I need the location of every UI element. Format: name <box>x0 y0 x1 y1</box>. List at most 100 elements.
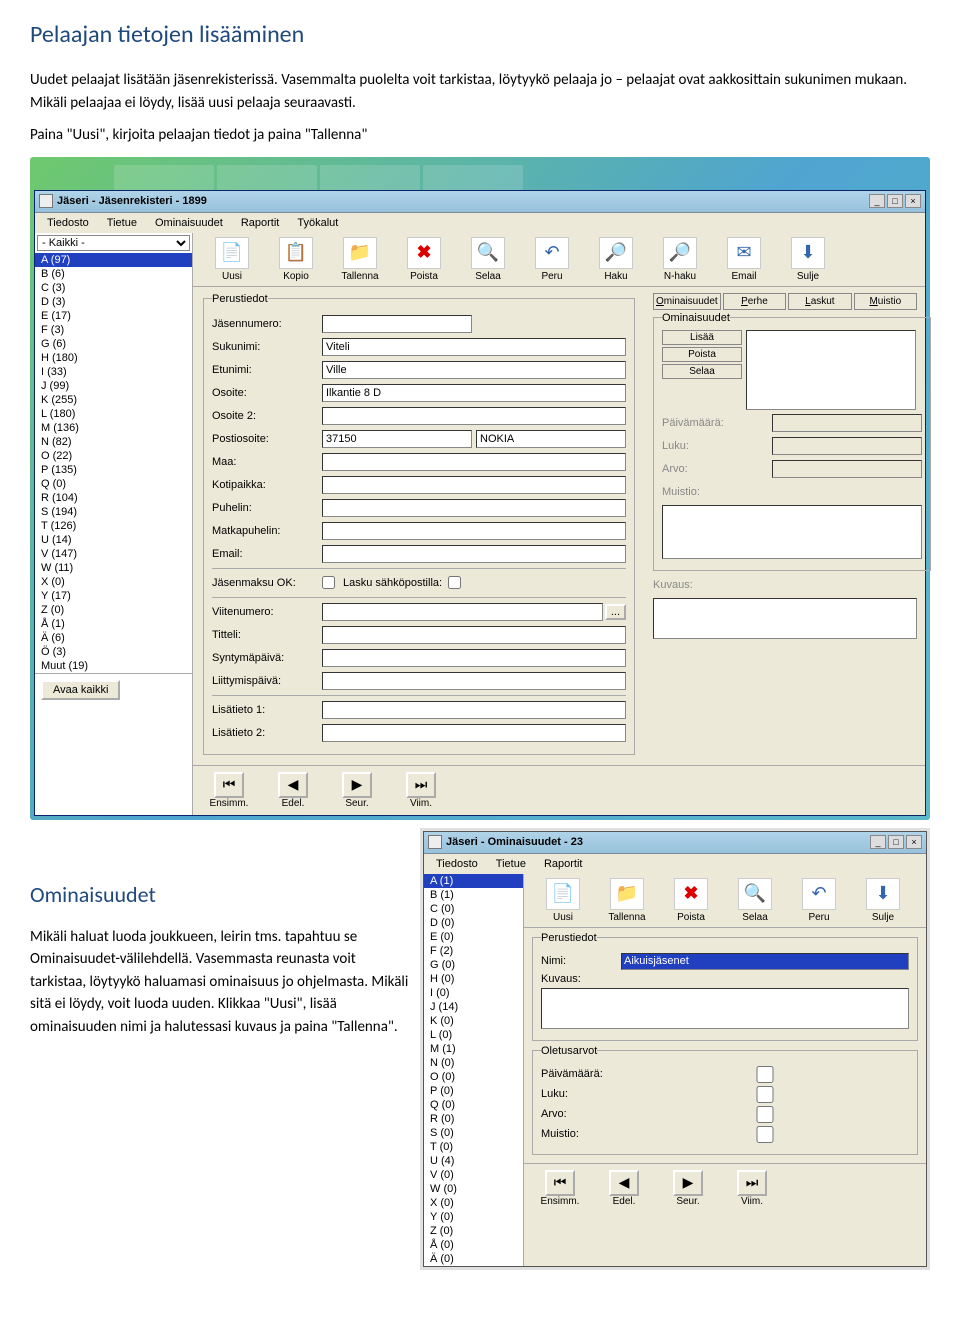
alpha-row[interactable]: Z (0) <box>424 1224 523 1238</box>
alpha-row[interactable]: V (147) <box>35 547 192 561</box>
etunimi-input[interactable] <box>322 361 626 379</box>
maa-input[interactable] <box>322 453 626 471</box>
toolbar-selaa[interactable]: 🔍Selaa <box>457 237 519 282</box>
jasenmaksu-checkbox[interactable] <box>322 576 335 589</box>
postikaup-input[interactable] <box>476 430 626 448</box>
menu-raportit[interactable]: Raportit <box>233 215 288 231</box>
close-button[interactable]: × <box>906 835 922 849</box>
alpha-row[interactable]: V (0) <box>424 1168 523 1182</box>
alpha-row[interactable]: B (6) <box>35 267 192 281</box>
alpha-row[interactable]: B (1) <box>424 888 523 902</box>
alpha-row[interactable]: Y (17) <box>35 589 192 603</box>
viitenumero-browse-button[interactable]: ... <box>605 604 626 620</box>
selaa-button[interactable]: Selaa <box>662 364 742 379</box>
alpha-row[interactable]: S (0) <box>424 1126 523 1140</box>
maximize-button[interactable]: □ <box>887 194 903 208</box>
minimize-button[interactable]: _ <box>869 194 885 208</box>
alpha-row[interactable]: U (4) <box>424 1154 523 1168</box>
alpha-row[interactable]: P (135) <box>35 463 192 477</box>
alpha-row[interactable]: M (136) <box>35 421 192 435</box>
alpha-row[interactable]: I (0) <box>424 986 523 1000</box>
arvo-checkbox[interactable] <box>621 1106 909 1123</box>
alpha-row[interactable]: Ä (0) <box>424 1252 523 1266</box>
alpha-row[interactable]: H (0) <box>424 972 523 986</box>
lisatieto1-input[interactable] <box>322 701 626 719</box>
muistio-checkbox[interactable] <box>621 1126 909 1143</box>
alpha-row[interactable]: J (99) <box>35 379 192 393</box>
lisaa-button[interactable]: Lisää <box>662 330 742 345</box>
alpha-row[interactable]: O (0) <box>424 1070 523 1084</box>
toolbar-peru[interactable]: ↶Peru <box>521 237 583 282</box>
nav-seur[interactable]: ▶Seur. <box>658 1170 718 1207</box>
alpha-row[interactable]: E (0) <box>424 930 523 944</box>
alpha-row[interactable]: K (255) <box>35 393 192 407</box>
alpha-row[interactable]: P (0) <box>424 1084 523 1098</box>
alpha-row[interactable]: Å (1) <box>35 617 192 631</box>
postinro-input[interactable] <box>322 430 472 448</box>
avaa-kaikki-button[interactable]: Avaa kaikki <box>41 680 120 700</box>
alpha-row[interactable]: Q (0) <box>424 1098 523 1112</box>
toolbar-n-haku[interactable]: 🔎N-haku <box>649 237 711 282</box>
alpha-row[interactable]: T (0) <box>424 1140 523 1154</box>
toolbar-selaa[interactable]: 🔍Selaa <box>724 878 786 923</box>
toolbar-email[interactable]: ✉Email <box>713 237 775 282</box>
toolbar-haku[interactable]: 🔎Haku <box>585 237 647 282</box>
alpha-row[interactable]: X (0) <box>424 1196 523 1210</box>
puhelin-input[interactable] <box>322 499 626 517</box>
alpha-row[interactable]: Ö (3) <box>35 645 192 659</box>
osoite-input[interactable] <box>322 384 626 402</box>
toolbar-tallenna[interactable]: 📁Tallenna <box>329 237 391 282</box>
tab-laskut[interactable]: Laskut <box>788 293 851 310</box>
nav-viim[interactable]: ⏭Viim. <box>391 772 451 809</box>
alpha-row[interactable]: A (97) <box>35 253 192 267</box>
close-button[interactable]: × <box>905 194 921 208</box>
menu-ominaisuudet[interactable]: Ominaisuudet <box>147 215 231 231</box>
toolbar-uusi[interactable]: 📄Uusi <box>201 237 263 282</box>
toolbar-sulje[interactable]: ⬇Sulje <box>777 237 839 282</box>
email-input[interactable] <box>322 545 626 563</box>
alpha-row[interactable]: N (82) <box>35 435 192 449</box>
minimize-button[interactable]: _ <box>870 835 886 849</box>
menu-tietue[interactable]: Tietue <box>99 215 145 231</box>
alpha-row[interactable]: N (0) <box>424 1056 523 1070</box>
nav-viim[interactable]: ⏭Viim. <box>722 1170 782 1207</box>
nav-seur[interactable]: ▶Seur. <box>327 772 387 809</box>
kuvaus-textarea-2[interactable] <box>541 988 909 1029</box>
alpha-row[interactable]: L (0) <box>424 1028 523 1042</box>
alpha-row[interactable]: C (3) <box>35 281 192 295</box>
alpha-row[interactable]: D (3) <box>35 295 192 309</box>
alpha-row[interactable]: W (0) <box>424 1182 523 1196</box>
kotipaikka-input[interactable] <box>322 476 626 494</box>
alpha-row[interactable]: C (0) <box>424 902 523 916</box>
menu-tietue[interactable]: Tietue <box>488 856 534 872</box>
lisatieto2-input[interactable] <box>322 724 626 742</box>
ominaisuudet-listbox[interactable] <box>746 330 916 410</box>
alpha-row[interactable]: F (2) <box>424 944 523 958</box>
viitenumero-input[interactable] <box>322 603 603 621</box>
alpha-row[interactable]: Å (0) <box>424 1238 523 1252</box>
alpha-row[interactable]: G (6) <box>35 337 192 351</box>
alpha-row[interactable]: Y (0) <box>424 1210 523 1224</box>
paivamaara-checkbox[interactable] <box>621 1066 909 1083</box>
toolbar-peru[interactable]: ↶Peru <box>788 878 850 923</box>
alpha-row[interactable]: H (180) <box>35 351 192 365</box>
titteli-input[interactable] <box>322 626 626 644</box>
liittymispaiva-input[interactable] <box>322 672 626 690</box>
sukunimi-input[interactable] <box>322 338 626 356</box>
toolbar-uusi[interactable]: 📄Uusi <box>532 878 594 923</box>
lasku-sahko-checkbox[interactable] <box>448 576 461 589</box>
alpha-row[interactable]: O (22) <box>35 449 192 463</box>
alpha-row[interactable]: W (11) <box>35 561 192 575</box>
toolbar-poista[interactable]: ✖Poista <box>660 878 722 923</box>
alpha-row[interactable]: Z (0) <box>35 603 192 617</box>
poista-button[interactable]: Poista <box>662 347 742 362</box>
menu-raportit[interactable]: Raportit <box>536 856 591 872</box>
toolbar-tallenna[interactable]: 📁Tallenna <box>596 878 658 923</box>
tab-ominaisuudet[interactable]: Ominaisuudet <box>653 293 721 310</box>
nimi-input[interactable] <box>621 953 909 970</box>
osoite2-input[interactable] <box>322 407 626 425</box>
nav-edel[interactable]: ◀Edel. <box>263 772 323 809</box>
menu-tiedosto[interactable]: Tiedosto <box>428 856 486 872</box>
alpha-row[interactable]: M (1) <box>424 1042 523 1056</box>
tab-perhe[interactable]: Perhe <box>723 293 786 310</box>
